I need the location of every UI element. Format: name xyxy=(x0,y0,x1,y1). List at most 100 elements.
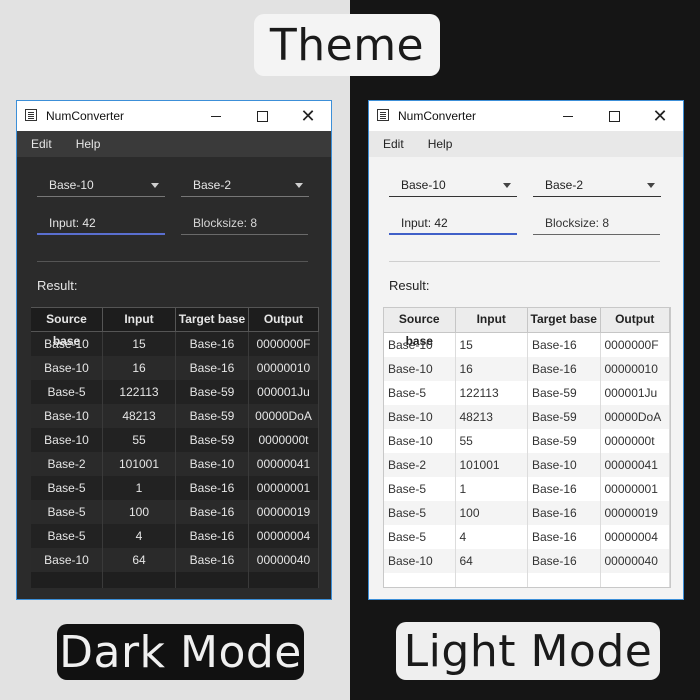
cell-input: 16 xyxy=(103,356,176,380)
cell-output: 00000041 xyxy=(601,453,670,477)
maximize-button[interactable] xyxy=(239,101,285,131)
table-row[interactable]: Base-2 101001 Base-10 00000041 xyxy=(384,453,670,477)
cell-output: 0000000F xyxy=(601,333,670,357)
table-row[interactable]: Base-10 48213 Base-59 00000DoA xyxy=(384,405,670,429)
cell-output: 00000010 xyxy=(601,357,670,381)
table-header: Source base Input Target base Output xyxy=(384,308,670,348)
empty-cell xyxy=(249,572,319,588)
window-title: NumConverter xyxy=(46,109,125,123)
cell-target-base: Base-10 xyxy=(528,453,601,477)
cell-source-base: Base-2 xyxy=(31,452,103,476)
table-row[interactable]: Base-5 1 Base-16 00000001 xyxy=(384,477,670,501)
cell-output: 00000019 xyxy=(249,500,319,524)
header-source-base[interactable]: Source base xyxy=(31,307,103,348)
table-row[interactable]: Base-5 4 Base-16 00000004 xyxy=(384,525,670,549)
cell-target-base: Base-16 xyxy=(528,525,601,549)
table-body: Base-10 15 Base-16 0000000F Base-10 16 Base-1… xyxy=(384,333,670,587)
cell-input: 15 xyxy=(103,332,176,356)
table-row[interactable]: Base-10 48213 Base-59 00000DoA xyxy=(31,404,319,428)
cell-source-base: Base-5 xyxy=(384,501,456,525)
empty-cell xyxy=(528,573,601,587)
cell-input: 48213 xyxy=(103,404,176,428)
table-row[interactable]: Base-5 122113 Base-59 000001Ju xyxy=(31,380,319,404)
menu-help[interactable]: Help xyxy=(424,135,457,153)
table-row[interactable]: Base-5 100 Base-16 00000019 xyxy=(31,500,319,524)
cell-source-base: Base-5 xyxy=(31,500,103,524)
target-base-select[interactable]: Base-2 xyxy=(181,175,309,197)
input-field[interactable]: Input: 42 xyxy=(389,213,517,235)
table-row[interactable]: Base-5 122113 Base-59 000001Ju xyxy=(384,381,670,405)
cell-input: 101001 xyxy=(103,452,176,476)
header-output[interactable]: Output xyxy=(601,308,670,332)
cell-output: 0000000t xyxy=(249,428,319,452)
cell-input: 55 xyxy=(456,429,528,453)
cell-output: 00000004 xyxy=(249,524,319,548)
cell-input: 101001 xyxy=(456,453,528,477)
input-field[interactable]: Input: 42 xyxy=(37,213,165,235)
app-icon xyxy=(25,109,37,121)
separator xyxy=(389,261,660,262)
table-row[interactable]: Base-10 16 Base-16 00000010 xyxy=(31,356,319,380)
table-empty-area xyxy=(384,573,670,587)
cell-source-base: Base-5 xyxy=(31,476,103,500)
header-target-base[interactable]: Target base xyxy=(528,308,601,332)
table-row[interactable]: Base-10 15 Base-16 0000000F xyxy=(384,333,670,357)
cell-output: 0000000F xyxy=(249,332,319,356)
cell-source-base: Base-10 xyxy=(31,548,103,572)
table-row[interactable]: Base-5 1 Base-16 00000001 xyxy=(31,476,319,500)
source-base-select[interactable]: Base-10 xyxy=(389,175,517,197)
cell-input: 64 xyxy=(103,548,176,572)
result-label: Result: xyxy=(389,278,430,293)
chevron-down-icon xyxy=(503,183,511,188)
table-row[interactable]: Base-5 4 Base-16 00000004 xyxy=(31,524,319,548)
light-mode-window: NumConverter ✕ Edit Help Base-10 Base-2 … xyxy=(368,100,684,600)
table-row[interactable]: Base-10 55 Base-59 0000000t xyxy=(384,429,670,453)
cell-source-base: Base-10 xyxy=(384,429,456,453)
cell-output: 00000DoA xyxy=(601,405,670,429)
table-row[interactable]: Base-10 64 Base-16 00000040 xyxy=(31,548,319,572)
app-icon xyxy=(377,109,389,121)
empty-cell xyxy=(103,572,176,588)
cell-target-base: Base-16 xyxy=(528,477,601,501)
blocksize-field[interactable]: Blocksize: 8 xyxy=(533,213,660,235)
header-target-base[interactable]: Target base xyxy=(176,307,249,331)
header-input[interactable]: Input xyxy=(103,307,176,331)
table-row[interactable]: Base-10 15 Base-16 0000000F xyxy=(31,332,319,356)
result-table[interactable]: Source base Input Target base Output Bas… xyxy=(383,307,671,588)
menu-help[interactable]: Help xyxy=(72,135,105,153)
table-row[interactable]: Base-2 101001 Base-10 00000041 xyxy=(31,452,319,476)
cell-target-base: Base-59 xyxy=(176,428,249,452)
cell-input: 48213 xyxy=(456,405,528,429)
maximize-button[interactable] xyxy=(591,101,637,131)
cell-source-base: Base-10 xyxy=(384,357,456,381)
table-row[interactable]: Base-10 16 Base-16 00000010 xyxy=(384,357,670,381)
chevron-down-icon xyxy=(295,183,303,188)
table-row[interactable]: Base-5 100 Base-16 00000019 xyxy=(384,501,670,525)
cell-target-base: Base-59 xyxy=(528,429,601,453)
target-base-value: Base-2 xyxy=(193,178,232,192)
target-base-select[interactable]: Base-2 xyxy=(533,175,661,197)
menu-edit[interactable]: Edit xyxy=(379,135,408,153)
result-table[interactable]: Source base Input Target base Output Bas… xyxy=(31,307,319,588)
cell-target-base: Base-16 xyxy=(528,333,601,357)
header-input[interactable]: Input xyxy=(456,308,528,332)
cell-input: 122113 xyxy=(456,381,528,405)
cell-target-base: Base-59 xyxy=(528,405,601,429)
blocksize-field[interactable]: Blocksize: 8 xyxy=(181,213,308,235)
empty-cell xyxy=(601,573,670,587)
source-base-select[interactable]: Base-10 xyxy=(37,175,165,197)
theme-heading: Theme xyxy=(254,14,440,76)
header-output[interactable]: Output xyxy=(249,307,319,331)
close-button[interactable]: ✕ xyxy=(285,101,331,131)
minimize-button[interactable] xyxy=(193,101,239,131)
minimize-button[interactable] xyxy=(545,101,591,131)
title-bar: NumConverter ✕ xyxy=(369,101,683,131)
source-base-value: Base-10 xyxy=(49,178,94,192)
cell-input: 1 xyxy=(103,476,176,500)
maximize-icon xyxy=(256,110,268,122)
table-row[interactable]: Base-10 55 Base-59 0000000t xyxy=(31,428,319,452)
close-button[interactable]: ✕ xyxy=(637,101,683,131)
header-source-base[interactable]: Source base xyxy=(384,308,456,348)
menu-edit[interactable]: Edit xyxy=(27,135,56,153)
table-row[interactable]: Base-10 64 Base-16 00000040 xyxy=(384,549,670,573)
